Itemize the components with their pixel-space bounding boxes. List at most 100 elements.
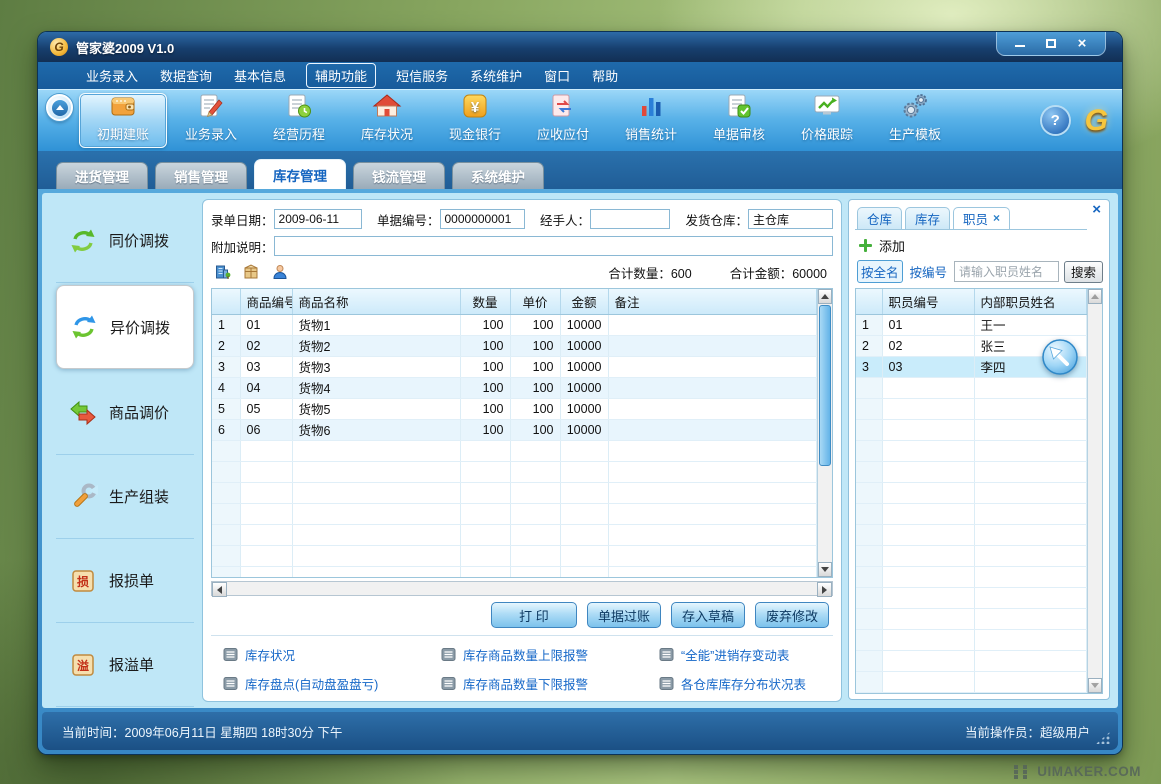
doc-no-input[interactable]	[440, 209, 525, 229]
filter-by-name-toggle[interactable]: 按全名	[857, 260, 903, 283]
maximize-button[interactable]	[1038, 35, 1064, 51]
menu-item-system-maintenance[interactable]: 系统维护	[468, 64, 524, 87]
sidebar-item-overflow-report[interactable]: 溢 报溢单	[56, 623, 194, 707]
tab-system-maintenance[interactable]: 系统维护	[452, 162, 544, 189]
stamp-char: 溢	[77, 658, 89, 673]
col-header-amount: 金额	[560, 289, 608, 314]
main-tab-strip: 进货管理 销售管理 库存管理 钱流管理 系统维护	[38, 151, 1122, 189]
menu-item-business-entry[interactable]: 业务录入	[84, 64, 140, 87]
warehouse-input[interactable]	[748, 209, 833, 229]
scroll-down-button[interactable]	[1088, 678, 1102, 693]
tab-warehouse[interactable]: 仓库	[857, 207, 902, 229]
menu-item-sms-service[interactable]: 短信服务	[394, 64, 450, 87]
toolbar-initial-setup[interactable]: 初期建账	[79, 93, 167, 148]
link-upper-limit-alarm[interactable]: 库存商品数量上限报警	[441, 645, 659, 664]
building-icon[interactable]	[213, 263, 231, 281]
report-links: 库存状况 库存商品数量上限报警 “全能”进销存变动表 库存盘点(自动盘盈盘亏)	[211, 635, 833, 695]
empty-row	[856, 545, 1087, 566]
discard-changes-button[interactable]: 废弃修改	[755, 602, 829, 628]
empty-row	[212, 440, 817, 461]
tab-purchase-management[interactable]: 进货管理	[56, 162, 148, 189]
toolbar-receivable-payable[interactable]: 应收应付	[519, 93, 607, 148]
scroll-left-button[interactable]	[212, 582, 227, 597]
resize-grip[interactable]	[1096, 731, 1111, 744]
minimize-button[interactable]	[1007, 35, 1033, 51]
empty-row	[856, 566, 1087, 587]
staff-header-row: 职员编号 内部职员姓名	[856, 289, 1087, 314]
link-warehouse-distribution[interactable]: 各仓库库存分布状况表	[659, 674, 829, 693]
package-icon[interactable]	[242, 263, 260, 281]
scroll-right-button[interactable]	[817, 582, 832, 597]
link-stocktake[interactable]: 库存盘点(自动盘盈盘亏)	[223, 674, 441, 693]
scroll-up-button[interactable]	[1088, 289, 1102, 304]
scroll-down-button[interactable]	[818, 562, 832, 577]
toolbar-sales-statistics[interactable]: 销售统计	[607, 93, 695, 148]
link-almighty-change-report[interactable]: “全能”进销存变动表	[659, 645, 829, 664]
item-row[interactable]: 505货物510010010000	[212, 398, 817, 419]
scrollbar-track[interactable]	[227, 582, 817, 595]
add-button[interactable]: 添加	[879, 236, 905, 255]
item-row[interactable]: 202货物210010010000	[212, 335, 817, 356]
close-button[interactable]: ×	[1069, 35, 1095, 51]
save-draft-button[interactable]: 存入草稿	[671, 602, 745, 628]
scrollbar-thumb[interactable]	[819, 305, 831, 466]
item-row[interactable]: 101货物110010010000	[212, 314, 817, 335]
sidebar-item-price-adjustment[interactable]: 商品调价	[56, 371, 194, 455]
empty-row	[856, 629, 1087, 650]
menu-item-window[interactable]: 窗口	[542, 64, 572, 87]
tab-close-icon[interactable]: ×	[993, 212, 1000, 224]
tab-sales-management[interactable]: 销售管理	[155, 162, 247, 189]
toolbar-inventory-status[interactable]: 库存状况	[343, 93, 431, 148]
note-input[interactable]	[274, 236, 833, 256]
svg-text:¥: ¥	[471, 99, 480, 116]
report-icon	[223, 676, 238, 691]
filter-by-code-toggle[interactable]: 按编号	[908, 261, 950, 282]
scroll-up-button[interactable]	[818, 289, 832, 304]
staff-search-input[interactable]	[954, 261, 1059, 282]
sidebar-item-loss-report[interactable]: 损 报损单	[56, 539, 194, 623]
empty-row	[856, 398, 1087, 419]
col-header-staff-code: 职员编号	[882, 289, 974, 314]
sidebar-item-production-assembly[interactable]: 生产组装	[56, 455, 194, 539]
menu-item-help[interactable]: 帮助	[590, 64, 620, 87]
tab-staff[interactable]: 职员 ×	[953, 207, 1010, 229]
link-lower-limit-alarm[interactable]: 库存商品数量下限报警	[441, 674, 659, 693]
item-row[interactable]: 606货物610010010000	[212, 419, 817, 440]
help-icon[interactable]: ?	[1042, 107, 1069, 134]
report-icon	[659, 647, 674, 662]
toolbar-label: 业务录入	[185, 124, 237, 143]
staff-row[interactable]: 101王一	[856, 314, 1087, 335]
toolbar-document-audit[interactable]: 单据审核	[695, 93, 783, 148]
empty-row	[856, 587, 1087, 608]
link-inventory-status[interactable]: 库存状况	[223, 645, 441, 664]
collapse-toolbar-button[interactable]	[46, 94, 73, 121]
panel-close-icon[interactable]: ×	[1092, 202, 1101, 217]
sidebar-item-same-price-transfer[interactable]: 同价调拨	[56, 199, 194, 283]
wrench-icon	[68, 482, 98, 512]
toolbar-price-tracking[interactable]: 价格跟踪	[783, 93, 871, 148]
sidebar-item-label: 商品调价	[109, 402, 169, 423]
post-document-button[interactable]: 单据过账	[587, 602, 661, 628]
menu-item-data-query[interactable]: 数据查询	[158, 64, 214, 87]
toolbar-business-entry[interactable]: 业务录入	[167, 93, 255, 148]
item-row[interactable]: 303货物310010010000	[212, 356, 817, 377]
toolbar-production-template[interactable]: 生产模板	[871, 93, 959, 148]
toolbar-label: 经营历程	[273, 124, 325, 143]
sidebar-item-diff-price-transfer[interactable]: 异价调拨	[56, 285, 194, 369]
date-input[interactable]	[274, 209, 362, 229]
person-icon[interactable]	[271, 263, 289, 281]
tab-cashflow-management[interactable]: 钱流管理	[353, 162, 445, 189]
handler-input[interactable]	[590, 209, 670, 229]
item-row[interactable]: 404货物410010010000	[212, 377, 817, 398]
house-icon	[372, 91, 402, 121]
sidebar-item-label: 生产组装	[109, 486, 169, 507]
menu-item-aux-functions[interactable]: 辅助功能	[306, 63, 376, 88]
toolbar-business-history[interactable]: 经营历程	[255, 93, 343, 148]
tab-inventory[interactable]: 库存	[905, 207, 950, 229]
tab-inventory-management[interactable]: 库存管理	[254, 159, 346, 189]
toolbar-cash-bank[interactable]: ¥ 现金银行	[431, 93, 519, 148]
print-button[interactable]: 打 印	[491, 602, 577, 628]
menu-item-basic-info[interactable]: 基本信息	[232, 64, 288, 87]
empty-row	[856, 671, 1087, 692]
search-button[interactable]: 搜索	[1064, 261, 1103, 283]
